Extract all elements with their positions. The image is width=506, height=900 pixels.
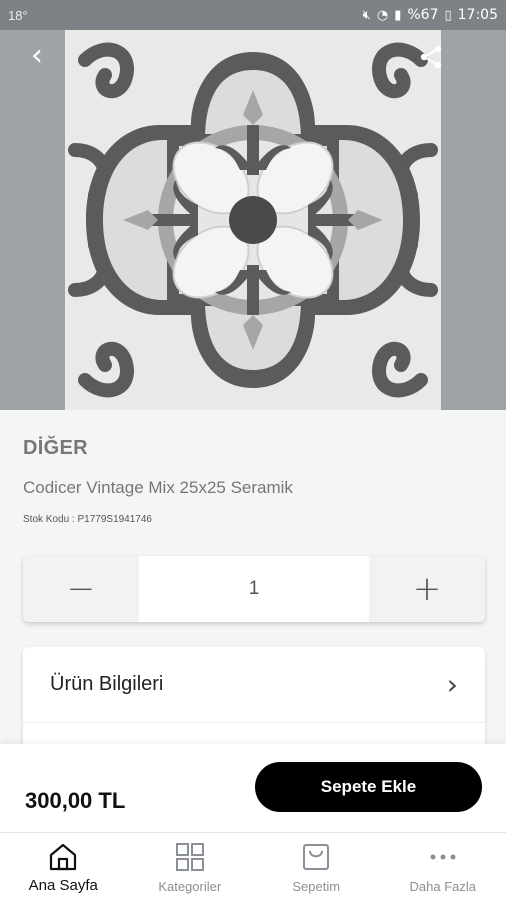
more-icon bbox=[430, 854, 456, 860]
clock: 17:05 bbox=[457, 7, 498, 23]
plus-icon: + bbox=[412, 569, 442, 609]
product-image-area: ‹ bbox=[0, 30, 506, 410]
product-image bbox=[65, 30, 441, 410]
cart-bar: 300,00 TL Sepete Ekle bbox=[0, 744, 506, 832]
bottom-tab-bar: Ana Sayfa Kategoriler Sepetim Daha Fazla bbox=[0, 832, 506, 900]
stock-code: Stok Kodu : P1779S1941746 bbox=[23, 514, 152, 525]
tab-label: Sepetim bbox=[292, 879, 341, 894]
grid-icon bbox=[175, 843, 204, 871]
tab-daha-fazla[interactable]: Daha Fazla bbox=[380, 833, 506, 900]
tab-label: Kategoriler bbox=[158, 879, 222, 894]
bag-icon bbox=[303, 844, 330, 870]
add-to-cart-button[interactable]: Sepete Ekle bbox=[255, 762, 482, 812]
status-bar: 18° 🔇︎ ◔ ▮ %67 ▯ 17:05 bbox=[0, 0, 506, 30]
decrease-button[interactable]: − bbox=[23, 556, 139, 622]
tab-kategoriler[interactable]: Kategoriler bbox=[127, 833, 254, 900]
battery-level: %67 bbox=[407, 7, 439, 23]
product-brand: DİĞER bbox=[23, 437, 88, 459]
mute-icon: 🔇︎ bbox=[362, 7, 371, 23]
tab-ana-sayfa[interactable]: Ana Sayfa bbox=[0, 833, 127, 900]
signal-icon: ▮ bbox=[394, 7, 402, 23]
temperature: 18° bbox=[8, 7, 28, 23]
urun-bilgileri-label: Ürün Bilgileri bbox=[50, 673, 164, 695]
minus-icon: − bbox=[66, 569, 96, 609]
increase-button[interactable]: + bbox=[369, 556, 485, 622]
tab-label: Ana Sayfa bbox=[28, 877, 98, 894]
chevron-right-icon: › bbox=[446, 668, 458, 701]
back-arrow-icon[interactable]: ‹ bbox=[22, 41, 52, 72]
wifi-icon: ◔ bbox=[376, 7, 389, 23]
urun-bilgileri-row[interactable]: Ürün Bilgileri › bbox=[23, 647, 485, 723]
product-name: Codicer Vintage Mix 25x25 Seramik bbox=[23, 478, 293, 497]
home-icon bbox=[50, 843, 77, 871]
tab-sepetim[interactable]: Sepetim bbox=[253, 833, 380, 900]
quantity-stepper: − 1 + bbox=[23, 556, 485, 622]
quantity-value[interactable]: 1 bbox=[139, 556, 369, 622]
share-icon[interactable] bbox=[418, 44, 444, 70]
tab-label: Daha Fazla bbox=[409, 879, 476, 894]
battery-icon: ▯ bbox=[444, 7, 452, 23]
product-price: 300,00 TL bbox=[25, 788, 126, 813]
